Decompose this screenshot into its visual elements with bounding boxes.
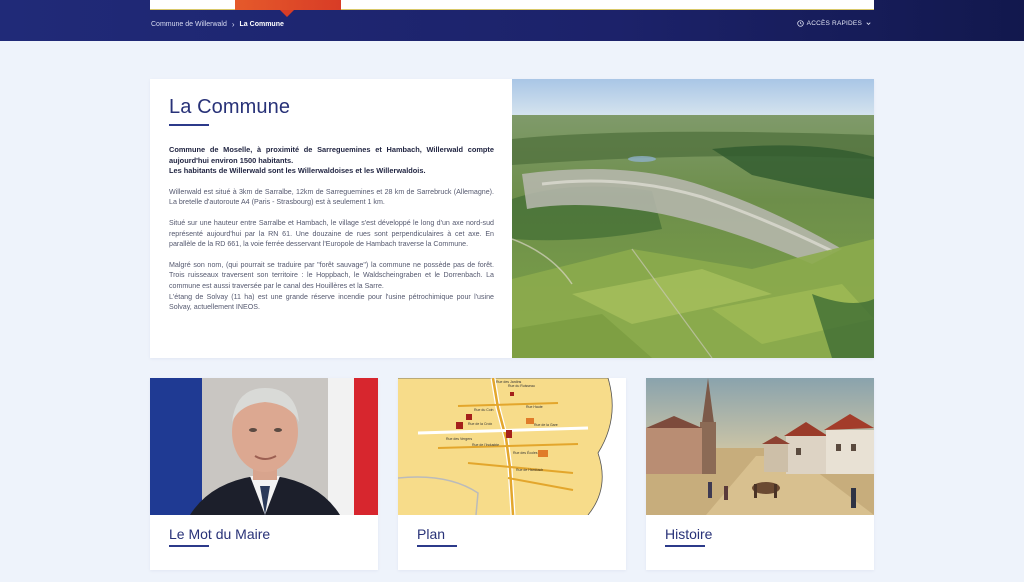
waterways-paragraph: Malgré son nom, (qui pourrait se traduir…: [169, 260, 494, 313]
history-card[interactable]: Histoire: [646, 378, 874, 570]
solvay-pond-text: L'étang de Solvay (11 ha) est une grande…: [169, 292, 494, 312]
map-street-label: Rue de Hambach: [516, 468, 543, 472]
map-street-label: Rue Haute: [526, 405, 543, 409]
page-title: La Commune: [169, 96, 291, 118]
lead-line-1: Commune de Moselle, à proximité de Sarre…: [169, 145, 494, 165]
quick-access-label: ACCÈS RAPIDES: [806, 20, 862, 27]
commune-intro-panel: La Commune Commune de Moselle, à proximi…: [150, 79, 874, 358]
breadcrumb-current: La Commune: [239, 21, 284, 28]
map-street-label: Rue des Écoles: [513, 450, 538, 455]
active-nav-notch: [280, 10, 294, 17]
intro-text-block: La Commune Commune de Moselle, à proximi…: [169, 96, 494, 313]
card-underline: [417, 545, 457, 547]
title-underline: [169, 124, 209, 126]
geography-paragraph: Situé sur une hauteur entre Sarralbe et …: [169, 218, 494, 249]
breadcrumb-separator-icon: ›: [231, 20, 235, 29]
history-card-label: Histoire: [665, 526, 713, 542]
village-map-image: Rue des Jardins Rue du Ruisseau Rue du C…: [398, 378, 626, 515]
mayor-word-card[interactable]: Le Mot du Maire: [150, 378, 378, 570]
top-header-bar: Commune de Willerwald › La Commune ACCÈS…: [0, 0, 1024, 41]
lead-line-2: Les habitants de Willerwald sont les Wil…: [169, 166, 426, 176]
map-street-label: Rue du Coin: [474, 408, 494, 412]
clock-icon: [796, 20, 804, 27]
mayor-portrait-photo: [150, 378, 378, 515]
breadcrumb: Commune de Willerwald › La Commune: [151, 20, 284, 29]
map-street-label: Rue de l'Industrie: [472, 443, 499, 447]
plan-card-label: Plan: [417, 526, 446, 542]
historical-village-painting: [646, 378, 874, 515]
mayor-word-card-label: Le Mot du Maire: [169, 526, 271, 542]
map-street-label: Rue de la Croix: [468, 422, 492, 426]
chevron-down-icon: [866, 22, 871, 26]
card-underline: [169, 545, 209, 547]
map-street-label: Rue du Ruisseau: [508, 384, 535, 388]
map-street-label: Rue de la Gare: [534, 423, 558, 427]
waterways-text: Malgré son nom, (qui pourrait se traduir…: [169, 260, 494, 290]
intro-lead: Commune de Moselle, à proximité de Sarre…: [169, 145, 494, 177]
header-nav-band: [150, 0, 874, 17]
breadcrumb-home-link[interactable]: Commune de Willerwald: [151, 21, 227, 28]
active-nav-indicator[interactable]: [235, 0, 341, 10]
map-street-label: Rue des Vergers: [446, 437, 472, 441]
plan-card[interactable]: Rue des Jardins Rue du Ruisseau Rue du C…: [398, 378, 626, 570]
card-underline: [665, 545, 705, 547]
location-paragraph: Willerwald est situé à 3km de Sarralbe, …: [169, 187, 494, 207]
aerial-village-photo: [512, 79, 874, 358]
quick-access-button[interactable]: ACCÈS RAPIDES: [796, 20, 872, 27]
